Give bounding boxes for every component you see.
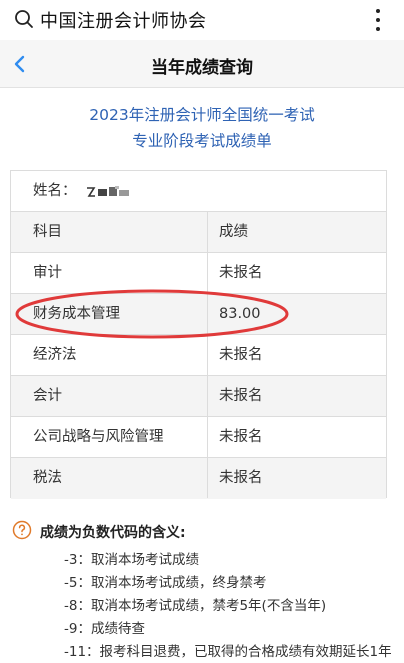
table-row: 经济法 未报名: [11, 335, 386, 376]
score-cell: 未报名: [219, 347, 263, 363]
notes-title: 成绩为负数代码的含义:: [40, 525, 186, 541]
score-cell: 未报名: [219, 388, 263, 404]
column-divider: [207, 417, 208, 457]
subject-cell: 税法: [33, 470, 62, 486]
score-cell: 未报名: [219, 470, 263, 486]
table-header-row: 科目 成绩: [11, 212, 386, 253]
note-item: -11：报考科目退费，已取得的合格成绩有效期延长1年: [64, 644, 392, 660]
question-circle-icon: [12, 520, 32, 540]
page-title: 当年成绩查询: [151, 58, 253, 78]
table-row: 会计 未报名: [11, 376, 386, 417]
note-item: -8：取消本场考试成绩，禁考5年(不含当年): [64, 598, 327, 614]
report-heading: 2023年注册会计师全国统一考试 专业阶段考试成绩单: [0, 102, 404, 154]
header-subject: 科目: [33, 224, 62, 240]
column-divider: [207, 458, 208, 498]
subject-cell: 经济法: [33, 347, 77, 363]
note-item: -3：取消本场考试成绩: [64, 552, 199, 568]
search-icon[interactable]: [14, 9, 34, 29]
column-divider: [207, 212, 208, 252]
redacted-name-image: [87, 186, 129, 197]
more-vertical-icon[interactable]: [374, 6, 382, 34]
table-row: 公司战略与风险管理 未报名: [11, 417, 386, 458]
highlight-ellipse: [15, 289, 289, 339]
app-title: 中国注册会计师协会: [40, 11, 207, 32]
subject-cell: 公司战略与风险管理: [33, 429, 164, 445]
header-score: 成绩: [219, 224, 248, 240]
column-divider: [207, 335, 208, 375]
note-item: -9：成绩待查: [64, 621, 145, 637]
heading-line-2: 专业阶段考试成绩单: [132, 132, 272, 150]
name-row: 姓名：: [11, 171, 386, 212]
app-bar: 中国注册会计师协会: [0, 0, 404, 40]
note-item: -5：取消本场考试成绩，终身禁考: [64, 575, 267, 591]
score-cell: 未报名: [219, 429, 263, 445]
nav-bar: 当年成绩查询: [0, 40, 404, 88]
column-divider: [207, 376, 208, 416]
table-row: 税法 未报名: [11, 458, 386, 499]
heading-line-1: 2023年注册会计师全国统一考试: [89, 106, 315, 124]
subject-cell: 会计: [33, 388, 62, 404]
name-label: 姓名：: [33, 183, 77, 199]
